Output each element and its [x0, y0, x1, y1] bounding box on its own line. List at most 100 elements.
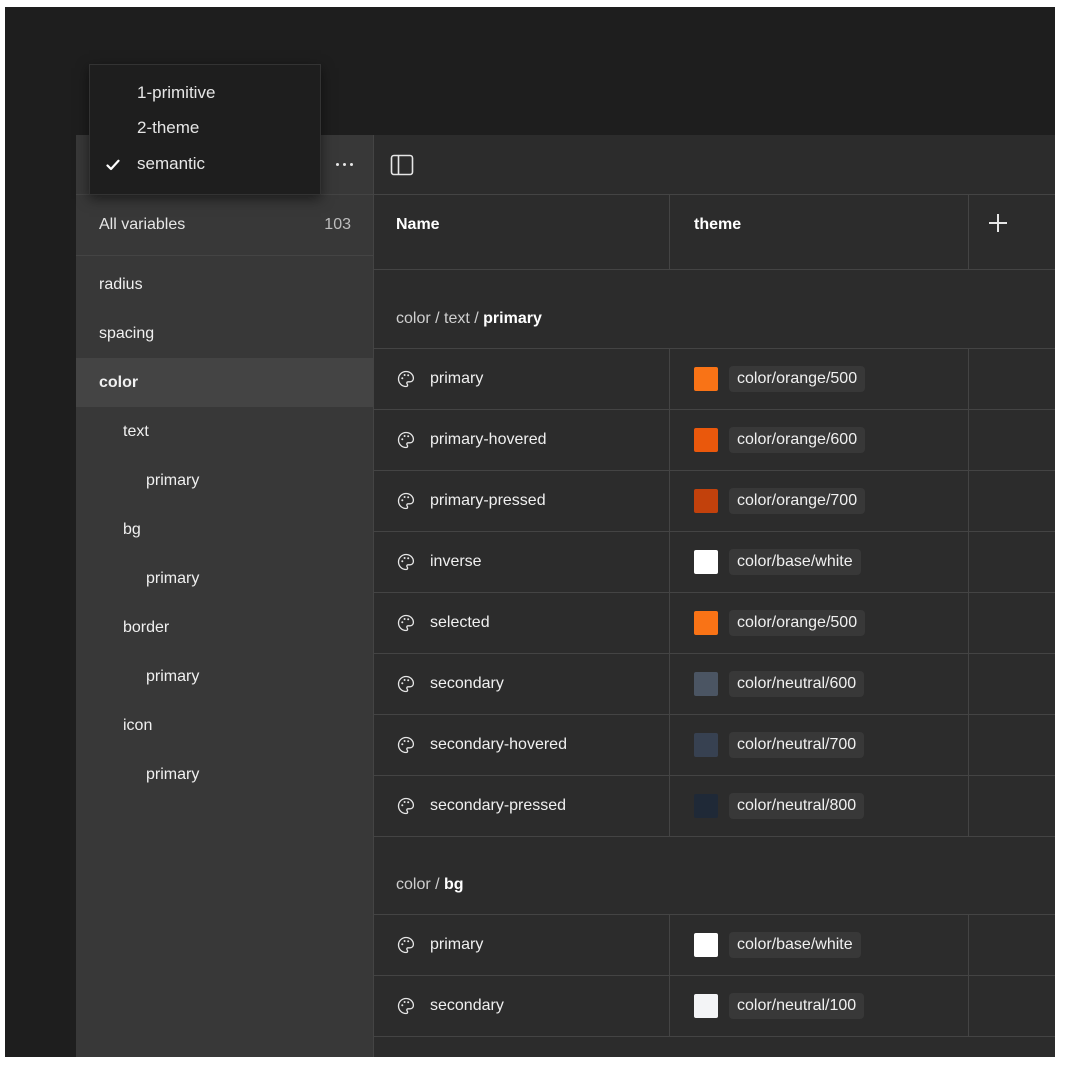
add-mode-cell	[969, 195, 1055, 255]
group-item-border[interactable]: border	[76, 603, 373, 652]
variable-name-cell[interactable]: inverse	[373, 532, 670, 592]
variable-row[interactable]: primary-pressed color/orange/700	[373, 470, 1055, 531]
variable-name-cell[interactable]: primary	[373, 915, 670, 975]
variable-row[interactable]: secondary-pressed color/neutral/800	[373, 775, 1055, 836]
group-item-border-primary[interactable]: primary	[76, 652, 373, 701]
palette-icon	[397, 492, 415, 510]
group-list: radius spacing color text primary bg pri…	[76, 256, 373, 799]
color-swatch	[694, 367, 718, 391]
group-label: primary	[146, 667, 200, 685]
palette-icon	[397, 675, 415, 693]
mode-column-label: theme	[694, 216, 742, 233]
alias-pill[interactable]: color/base/white	[729, 932, 861, 958]
group-label: spacing	[99, 324, 155, 342]
palette-icon	[397, 936, 415, 954]
section-title: color / text / primary	[396, 310, 542, 328]
variable-row[interactable]: primary color/orange/500	[373, 348, 1055, 409]
variable-name: primary	[430, 370, 484, 387]
palette-icon	[397, 553, 415, 571]
sidebar-panel-icon[interactable]	[390, 153, 414, 177]
variable-name: primary	[430, 936, 484, 953]
palette-icon	[397, 370, 415, 388]
variable-name-cell[interactable]: primary	[373, 349, 670, 409]
variable-name: primary-pressed	[430, 492, 546, 509]
variable-name-cell[interactable]: primary-pressed	[373, 471, 670, 531]
variable-name-cell[interactable]: secondary-pressed	[373, 776, 670, 836]
group-label: bg	[123, 520, 141, 538]
alias-pill[interactable]: color/orange/500	[729, 610, 866, 636]
ellipsis-icon[interactable]	[329, 151, 359, 177]
variable-value-cell[interactable]: color/orange/500	[670, 349, 969, 409]
alias-pill[interactable]: color/base/white	[729, 549, 861, 575]
variable-row[interactable]: primary-hovered color/orange/600	[373, 409, 1055, 470]
column-divider-stub	[373, 255, 1055, 270]
variable-value-cell[interactable]: color/base/white	[670, 532, 969, 592]
variable-value-cell[interactable]: color/neutral/700	[670, 715, 969, 775]
group-item-color[interactable]: color	[76, 358, 373, 407]
section-path-prefix: color /	[396, 876, 445, 893]
variable-row[interactable]: inverse color/base/white	[373, 531, 1055, 592]
mode-dropdown-menu: 1-primitive 2-theme semantic	[89, 64, 321, 195]
variable-name: secondary	[430, 997, 504, 1014]
all-variables-item[interactable]: All variables 103	[76, 194, 373, 256]
variables-table-area: Name theme color / text / primary primary…	[373, 135, 1055, 1057]
section-path-prefix: color / text /	[396, 310, 484, 327]
variable-name: primary-hovered	[430, 431, 547, 448]
group-label: color	[99, 373, 139, 391]
menu-item-2-theme[interactable]: 2-theme	[90, 113, 320, 143]
variable-row[interactable]: secondary color/neutral/100	[373, 975, 1055, 1036]
group-item-icon[interactable]: icon	[76, 701, 373, 750]
all-variables-label: All variables	[99, 216, 186, 233]
variable-value-cell[interactable]: color/neutral/600	[670, 654, 969, 714]
group-item-text[interactable]: text	[76, 407, 373, 456]
alias-pill[interactable]: color/orange/700	[729, 488, 866, 514]
collection-sidebar: All variables 103 radius spacing color t…	[76, 135, 374, 1057]
all-variables-count: 103	[324, 216, 351, 233]
group-item-icon-primary[interactable]: primary	[76, 750, 373, 799]
group-item-text-primary[interactable]: primary	[76, 456, 373, 505]
group-item-bg[interactable]: bg	[76, 505, 373, 554]
variable-name-cell[interactable]: secondary	[373, 654, 670, 714]
menu-item-1-primitive[interactable]: 1-primitive	[90, 78, 320, 108]
section-path-last: bg	[444, 876, 464, 893]
variable-value-cell[interactable]: color/neutral/800	[670, 776, 969, 836]
variable-row[interactable]: secondary color/neutral/600	[373, 653, 1055, 714]
color-swatch	[694, 733, 718, 757]
variable-row[interactable]: secondary-hovered color/neutral/700	[373, 714, 1055, 775]
group-label: primary	[146, 471, 200, 489]
color-swatch	[694, 794, 718, 818]
section-end-divider	[373, 1036, 1055, 1037]
variable-name-cell[interactable]: primary-hovered	[373, 410, 670, 470]
variable-value-cell[interactable]: color/neutral/100	[670, 976, 969, 1036]
group-item-spacing[interactable]: spacing	[76, 309, 373, 358]
menu-item-semantic[interactable]: semantic	[90, 149, 320, 179]
plus-icon[interactable]	[988, 213, 1008, 233]
variable-value-cell[interactable]: color/orange/600	[670, 410, 969, 470]
group-label: primary	[146, 569, 200, 587]
variable-name-cell[interactable]: secondary	[373, 976, 670, 1036]
menu-item-label: 1-primitive	[137, 83, 216, 102]
palette-icon	[397, 997, 415, 1015]
group-item-bg-primary[interactable]: primary	[76, 554, 373, 603]
alias-pill[interactable]: color/neutral/600	[729, 671, 865, 697]
variable-row[interactable]: primary color/base/white	[373, 914, 1055, 975]
variable-value-cell[interactable]: color/base/white	[670, 915, 969, 975]
variable-name-cell[interactable]: selected	[373, 593, 670, 653]
alias-pill[interactable]: color/orange/500	[729, 366, 866, 392]
palette-icon	[397, 431, 415, 449]
alias-pill[interactable]: color/neutral/800	[729, 793, 865, 819]
color-swatch	[694, 994, 718, 1018]
palette-icon	[397, 736, 415, 754]
group-label: primary	[146, 765, 200, 783]
group-item-radius[interactable]: radius	[76, 260, 373, 309]
variable-name: inverse	[430, 553, 482, 570]
variable-value-cell[interactable]: color/orange/500	[670, 593, 969, 653]
variable-value-cell[interactable]: color/orange/700	[670, 471, 969, 531]
alias-pill[interactable]: color/orange/600	[729, 427, 866, 453]
alias-pill[interactable]: color/neutral/700	[729, 732, 865, 758]
section-title: color / bg	[396, 876, 464, 894]
variable-row[interactable]: selected color/orange/500	[373, 592, 1055, 653]
variable-name-cell[interactable]: secondary-hovered	[373, 715, 670, 775]
color-swatch	[694, 672, 718, 696]
alias-pill[interactable]: color/neutral/100	[729, 993, 865, 1019]
